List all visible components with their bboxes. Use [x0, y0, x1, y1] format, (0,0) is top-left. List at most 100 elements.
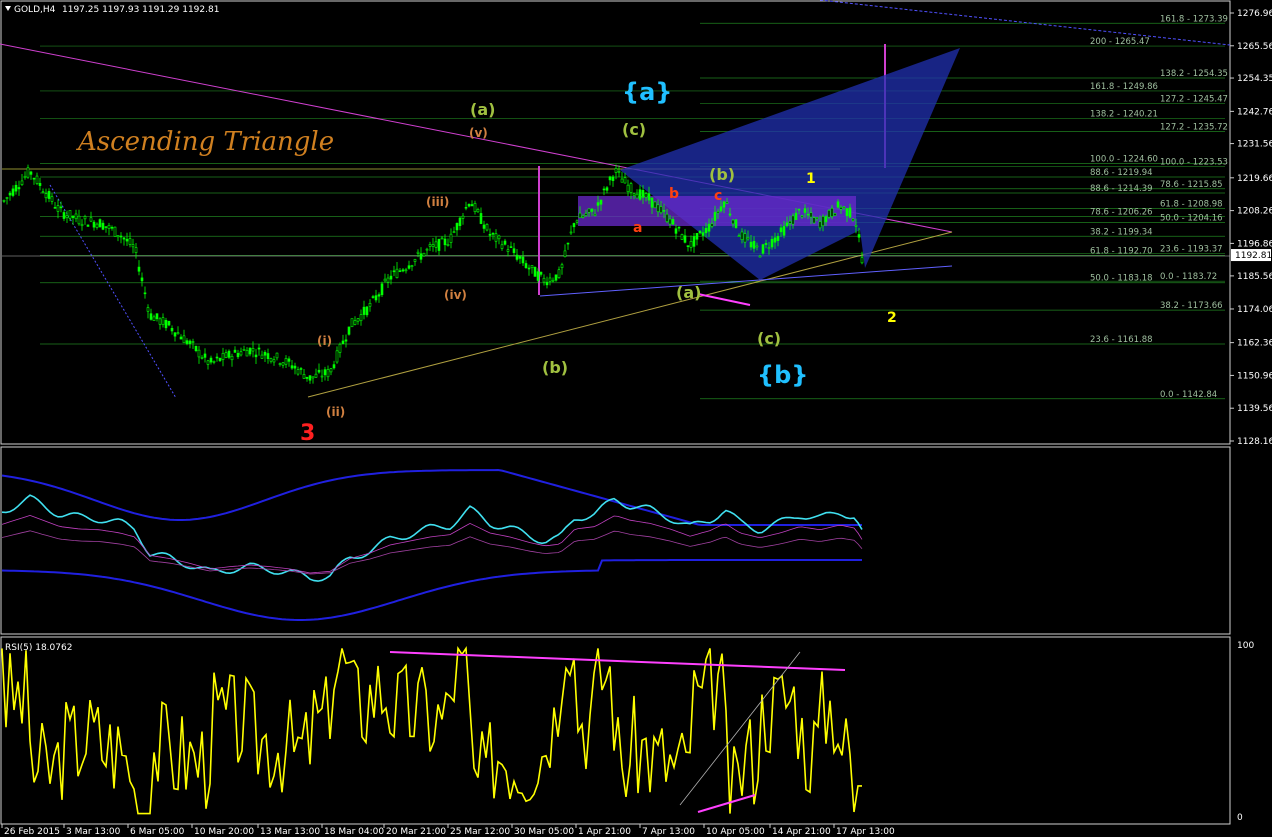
candle-body: [86, 224, 90, 227]
candle-body: [257, 347, 261, 350]
time-label: 20 Mar 21:00: [386, 827, 446, 837]
fib-label: 100.0 - 1223.53: [1160, 158, 1228, 168]
collapse-arrow-icon[interactable]: [5, 6, 11, 11]
candle-body: [824, 216, 828, 223]
candle-body: [335, 350, 339, 363]
price-axis-label: 1265.56: [1237, 42, 1272, 52]
candle-body: [230, 355, 234, 361]
candle-body: [755, 245, 759, 248]
candle-body: [386, 277, 390, 283]
candle-body: [326, 369, 330, 378]
candle-body: [152, 316, 156, 321]
candle-body: [395, 268, 399, 279]
candle-body: [59, 206, 63, 209]
candle-body: [200, 357, 204, 359]
chart-canvas: 161.8 - 1273.39 200 - 1265.47 138.2 - 1254…: [0, 0, 1272, 837]
candle-body: [437, 239, 441, 251]
price-axis-label: 1219.66: [1237, 174, 1272, 184]
band-line: [1, 468, 862, 526]
candle-body: [53, 207, 57, 209]
candle-body: [137, 266, 141, 272]
candle-body: [716, 211, 720, 214]
candle-body: [533, 266, 537, 277]
candle-body: [287, 358, 291, 362]
candle-body: [728, 213, 732, 216]
candle-body: [269, 358, 273, 362]
candle-body: [368, 302, 372, 307]
candle-body: [782, 226, 786, 236]
candle-body: [236, 352, 240, 358]
candle-body: [662, 210, 666, 212]
candle-body: [44, 193, 48, 199]
candle-body: [854, 225, 858, 227]
wave-label: a: [633, 220, 642, 236]
price-axis-label: 1208.26: [1237, 207, 1272, 217]
candle-body: [278, 363, 282, 365]
candle-body: [233, 349, 237, 353]
candle-body: [698, 230, 702, 234]
candle-body: [554, 274, 558, 281]
candle-body: [590, 208, 594, 212]
band-line: [1, 559, 862, 621]
candle-body: [434, 241, 438, 248]
candle-body: [485, 224, 489, 231]
time-label: 7 Apr 13:00: [642, 827, 695, 837]
wave-label: (i): [317, 334, 332, 348]
time-label: 30 Mar 05:00: [514, 827, 574, 837]
candle-body: [134, 247, 138, 253]
wave-label: (a): [470, 100, 495, 119]
wave-label: 3: [300, 421, 315, 446]
candle-body: [380, 283, 384, 296]
fib-label: 138.2 - 1240.21: [1090, 110, 1158, 120]
time-label: 13 Mar 13:00: [260, 827, 320, 837]
candle-body: [737, 235, 741, 237]
candle-body: [302, 374, 306, 379]
candle-body: [92, 221, 96, 228]
time-label: 1 Apr 21:00: [578, 827, 631, 837]
candle-body: [539, 271, 543, 275]
candle-body: [218, 357, 222, 362]
candle-body: [761, 244, 765, 254]
candle-body: [566, 242, 570, 245]
candle-body: [743, 233, 747, 243]
candle-body: [419, 253, 423, 260]
candle-body: [281, 362, 285, 366]
candle-body: [299, 368, 303, 370]
candle-body: [629, 183, 633, 193]
candle-body: [734, 219, 738, 228]
wave-label: (c): [622, 120, 646, 139]
current-price-label: 1192.81: [1235, 251, 1272, 261]
fib-label: 61.8 - 1208.98: [1160, 200, 1223, 210]
candle-body: [563, 250, 567, 257]
candle-body: [674, 228, 678, 234]
price-axis-label: 1185.56: [1237, 272, 1272, 282]
candle-body: [803, 208, 807, 213]
time-label: 26 Feb 2015: [4, 827, 60, 837]
candle-body: [242, 348, 246, 351]
candle-body: [116, 235, 120, 238]
price-axis: 1276.96 1265.56 1254.35 1242.76 1231.56 1219.…: [1230, 9, 1272, 447]
candle-body: [530, 265, 534, 269]
price-axis-label: 1174.06: [1237, 305, 1272, 315]
header-ohlc: 1197.25 1197.93 1191.29 1192.81: [62, 5, 219, 15]
candle-body: [620, 178, 624, 183]
candle-body: [314, 373, 318, 378]
candle-body: [74, 213, 78, 220]
candle-body: [359, 314, 363, 322]
candle-body: [464, 206, 468, 209]
candle-body: [158, 318, 162, 325]
candle-body: [587, 208, 591, 213]
candle-body: [848, 207, 852, 218]
candle-body: [185, 340, 189, 344]
wave-label: (c): [757, 329, 781, 348]
candle-body: [266, 353, 270, 359]
candle-body: [107, 224, 111, 229]
candle-body: [518, 256, 522, 259]
candle-body: [389, 275, 393, 280]
candle-body: [80, 223, 84, 227]
rsi-path: [1, 646, 862, 815]
candle-body: [95, 223, 99, 228]
fib-label: 161.8 - 1249.86: [1090, 82, 1158, 92]
candle-body: [224, 352, 228, 358]
fib-label: 38.2 - 1173.66: [1160, 301, 1223, 311]
